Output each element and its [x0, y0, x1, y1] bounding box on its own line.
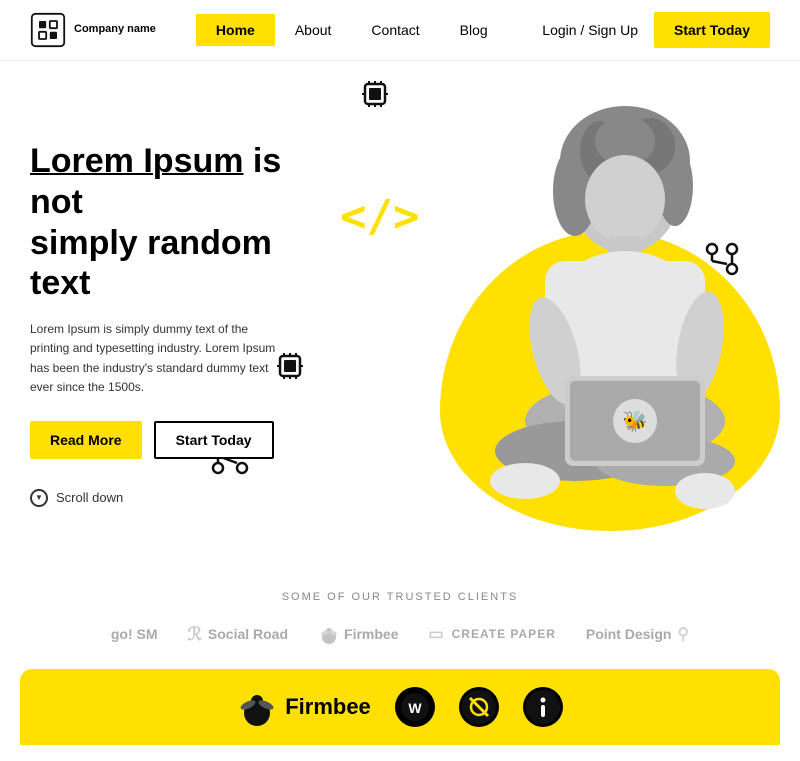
bottom-info-icon	[523, 687, 563, 727]
code-icon-left: </>	[340, 191, 419, 242]
client-socialroad-text: Social Road	[208, 626, 288, 642]
nav-right: Login / Sign Up Start Today	[542, 12, 770, 48]
bottom-wp-icon: W	[395, 687, 435, 727]
read-more-button[interactable]: Read More	[30, 421, 142, 459]
client-logo-firmbee: Firmbee	[318, 623, 398, 645]
svg-text:🐝: 🐝	[623, 410, 648, 433]
createpaper-icon: ▭	[429, 624, 444, 644]
bottom-firmbee-brand: Firmbee	[237, 687, 371, 727]
navbar-cta-button[interactable]: Start Today	[654, 12, 770, 48]
hero-title: Lorem Ipsum is notsimply random text	[30, 141, 340, 304]
client-logo-pointdesign: Point Design ⚲	[586, 624, 689, 644]
nav-links: Home About Contact Blog	[196, 14, 508, 46]
pointdesign-icon: ⚲	[677, 624, 689, 644]
clients-logos: go! SM ℛ Social Road Firmbee ▭ CREATE PA…	[30, 623, 770, 669]
login-link[interactable]: Login / Sign Up	[542, 22, 638, 38]
logo-icon	[30, 12, 66, 48]
navbar: Company name Home About Contact Blog Log…	[0, 0, 800, 61]
scroll-circle-icon: ▼	[30, 489, 48, 507]
start-today-button[interactable]: Start Today	[154, 421, 274, 459]
hero-image: 🐝	[420, 71, 790, 551]
client-logo-gosm: go! SM	[111, 626, 158, 642]
svg-text:W: W	[408, 700, 422, 716]
bottom-firmbee-text: Firmbee	[285, 694, 371, 720]
clients-title: SOME OF OUR TRUSTED CLIENTS	[30, 591, 770, 603]
chip-deco-top	[360, 79, 390, 114]
nav-about[interactable]: About	[275, 14, 352, 46]
bottom-bar: Firmbee W	[20, 669, 780, 745]
scroll-down[interactable]: ▼ Scroll down	[30, 489, 340, 507]
hero-text-block: Lorem Ipsum is notsimply random text Lor…	[30, 141, 340, 507]
client-createpaper-text: CREATE PAPER	[452, 627, 556, 641]
nav-contact[interactable]: Contact	[351, 14, 439, 46]
firmbee-bee-icon	[318, 623, 340, 645]
scroll-label: Scroll down	[56, 490, 123, 505]
socialroad-r-icon: ℛ	[188, 624, 202, 645]
bottom-bee-icon	[237, 687, 277, 727]
client-gosm-text: go! SM	[111, 626, 158, 642]
hero-section: </> </>	[0, 61, 800, 561]
clients-section: SOME OF OUR TRUSTED CLIENTS go! SM ℛ Soc…	[0, 561, 800, 669]
hero-buttons: Read More Start Today	[30, 421, 340, 459]
logo-area: Company name	[30, 12, 156, 48]
bottom-s-icon	[459, 687, 499, 727]
client-firmbee-text: Firmbee	[344, 626, 398, 642]
hero-description: Lorem Ipsum is simply dummy text of the …	[30, 320, 290, 397]
client-pointdesign-text: Point Design	[586, 626, 672, 642]
company-name-text: Company name	[74, 23, 156, 36]
nav-home[interactable]: Home	[196, 14, 275, 46]
nav-blog[interactable]: Blog	[440, 14, 508, 46]
client-logo-socialroad: ℛ Social Road	[188, 624, 289, 645]
client-logo-createpaper: ▭ CREATE PAPER	[429, 624, 556, 644]
